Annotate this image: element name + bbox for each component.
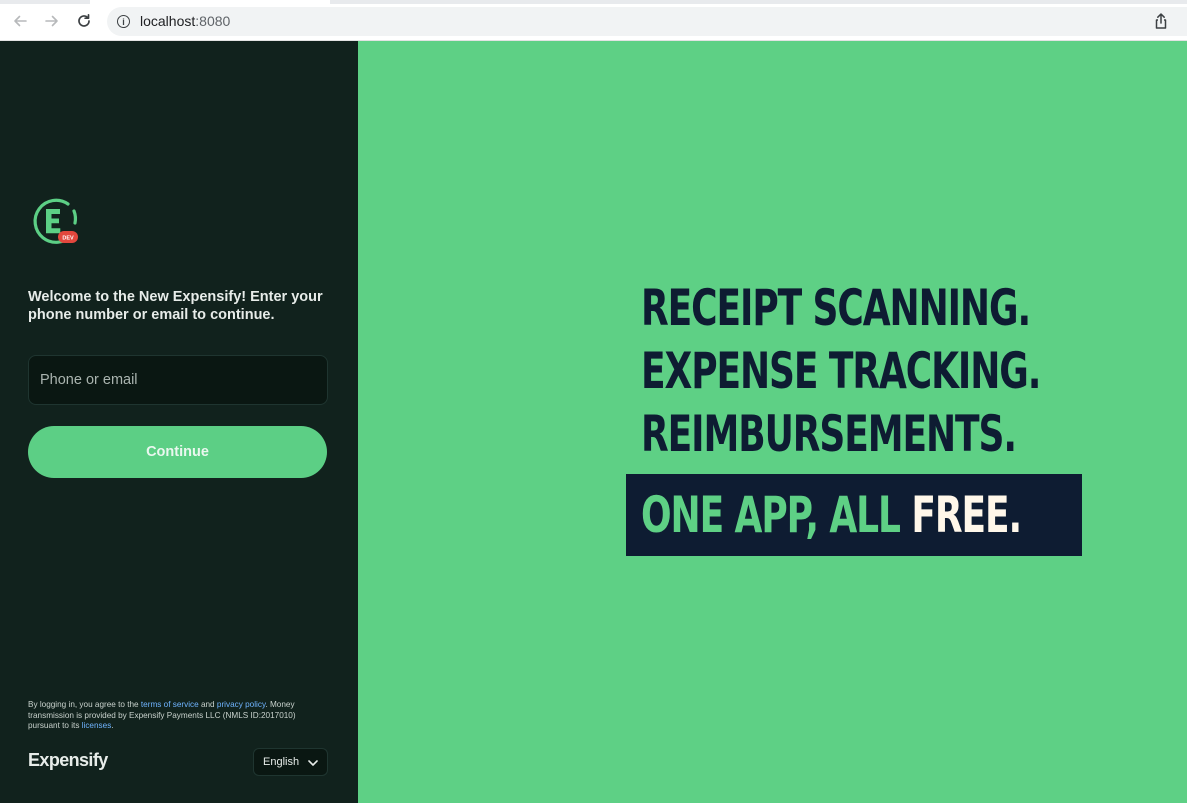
arrow-left-icon — [14, 15, 27, 27]
welcome-text: Welcome to the New Expensify! Enter your… — [28, 289, 323, 323]
dev-badge: DEV — [62, 236, 74, 242]
expensify-logo-icon: DEV — [33, 198, 78, 244]
back-button[interactable] — [10, 11, 30, 31]
browser-toolbar: i localhost:8080 — [0, 0, 1187, 41]
active-tab[interactable] — [90, 0, 330, 4]
legal-prefix: By logging in, you agree to the — [28, 700, 141, 709]
marketing-panel: RECEIPT SCANNING. EXPENSE TRACKING. REIM… — [358, 41, 1187, 803]
privacy-policy-link[interactable]: privacy policy — [217, 700, 266, 709]
language-select[interactable]: English — [253, 748, 328, 776]
legal-text: By logging in, you agree to the terms of… — [28, 700, 328, 732]
share-icon[interactable] — [1152, 12, 1170, 30]
url-host: localhost — [140, 13, 196, 29]
tab-strip — [0, 0, 1187, 4]
headline-line-4: ONE APP, ALL FREE. — [641, 484, 1022, 546]
headline-white-text: FREE. — [911, 486, 1022, 544]
expensify-wordmark: Expensify — [28, 750, 108, 770]
site-info-icon[interactable]: i — [117, 15, 130, 28]
phone-or-email-input[interactable] — [29, 356, 327, 404]
url-text[interactable]: localhost:8080 — [140, 13, 230, 29]
licenses-link[interactable]: licenses — [82, 721, 112, 730]
address-bar[interactable]: i localhost:8080 — [107, 7, 1187, 36]
terms-of-service-link[interactable]: terms of service — [141, 700, 199, 709]
continue-button[interactable]: Continue — [28, 426, 327, 478]
headline-green-text: ONE APP, ALL — [641, 486, 912, 544]
legal-and: and — [198, 700, 217, 709]
headline-line-2: EXPENSE TRACKING. — [641, 342, 1041, 400]
headline-line-3: REIMBURSEMENTS. — [641, 405, 1017, 463]
language-value: English — [263, 756, 300, 768]
legal-end: . — [111, 721, 114, 730]
headline-line-1: RECEIPT SCANNING. — [641, 279, 1031, 337]
login-panel: DEV Welcome to the New Expensify! Enter … — [0, 41, 358, 803]
reload-icon — [78, 13, 90, 27]
chevron-down-icon — [308, 760, 318, 766]
phone-or-email-field[interactable] — [28, 355, 328, 405]
arrow-right-icon — [45, 15, 58, 27]
forward-button[interactable] — [42, 11, 62, 31]
url-port: :8080 — [195, 13, 231, 29]
reload-button[interactable] — [74, 11, 94, 31]
